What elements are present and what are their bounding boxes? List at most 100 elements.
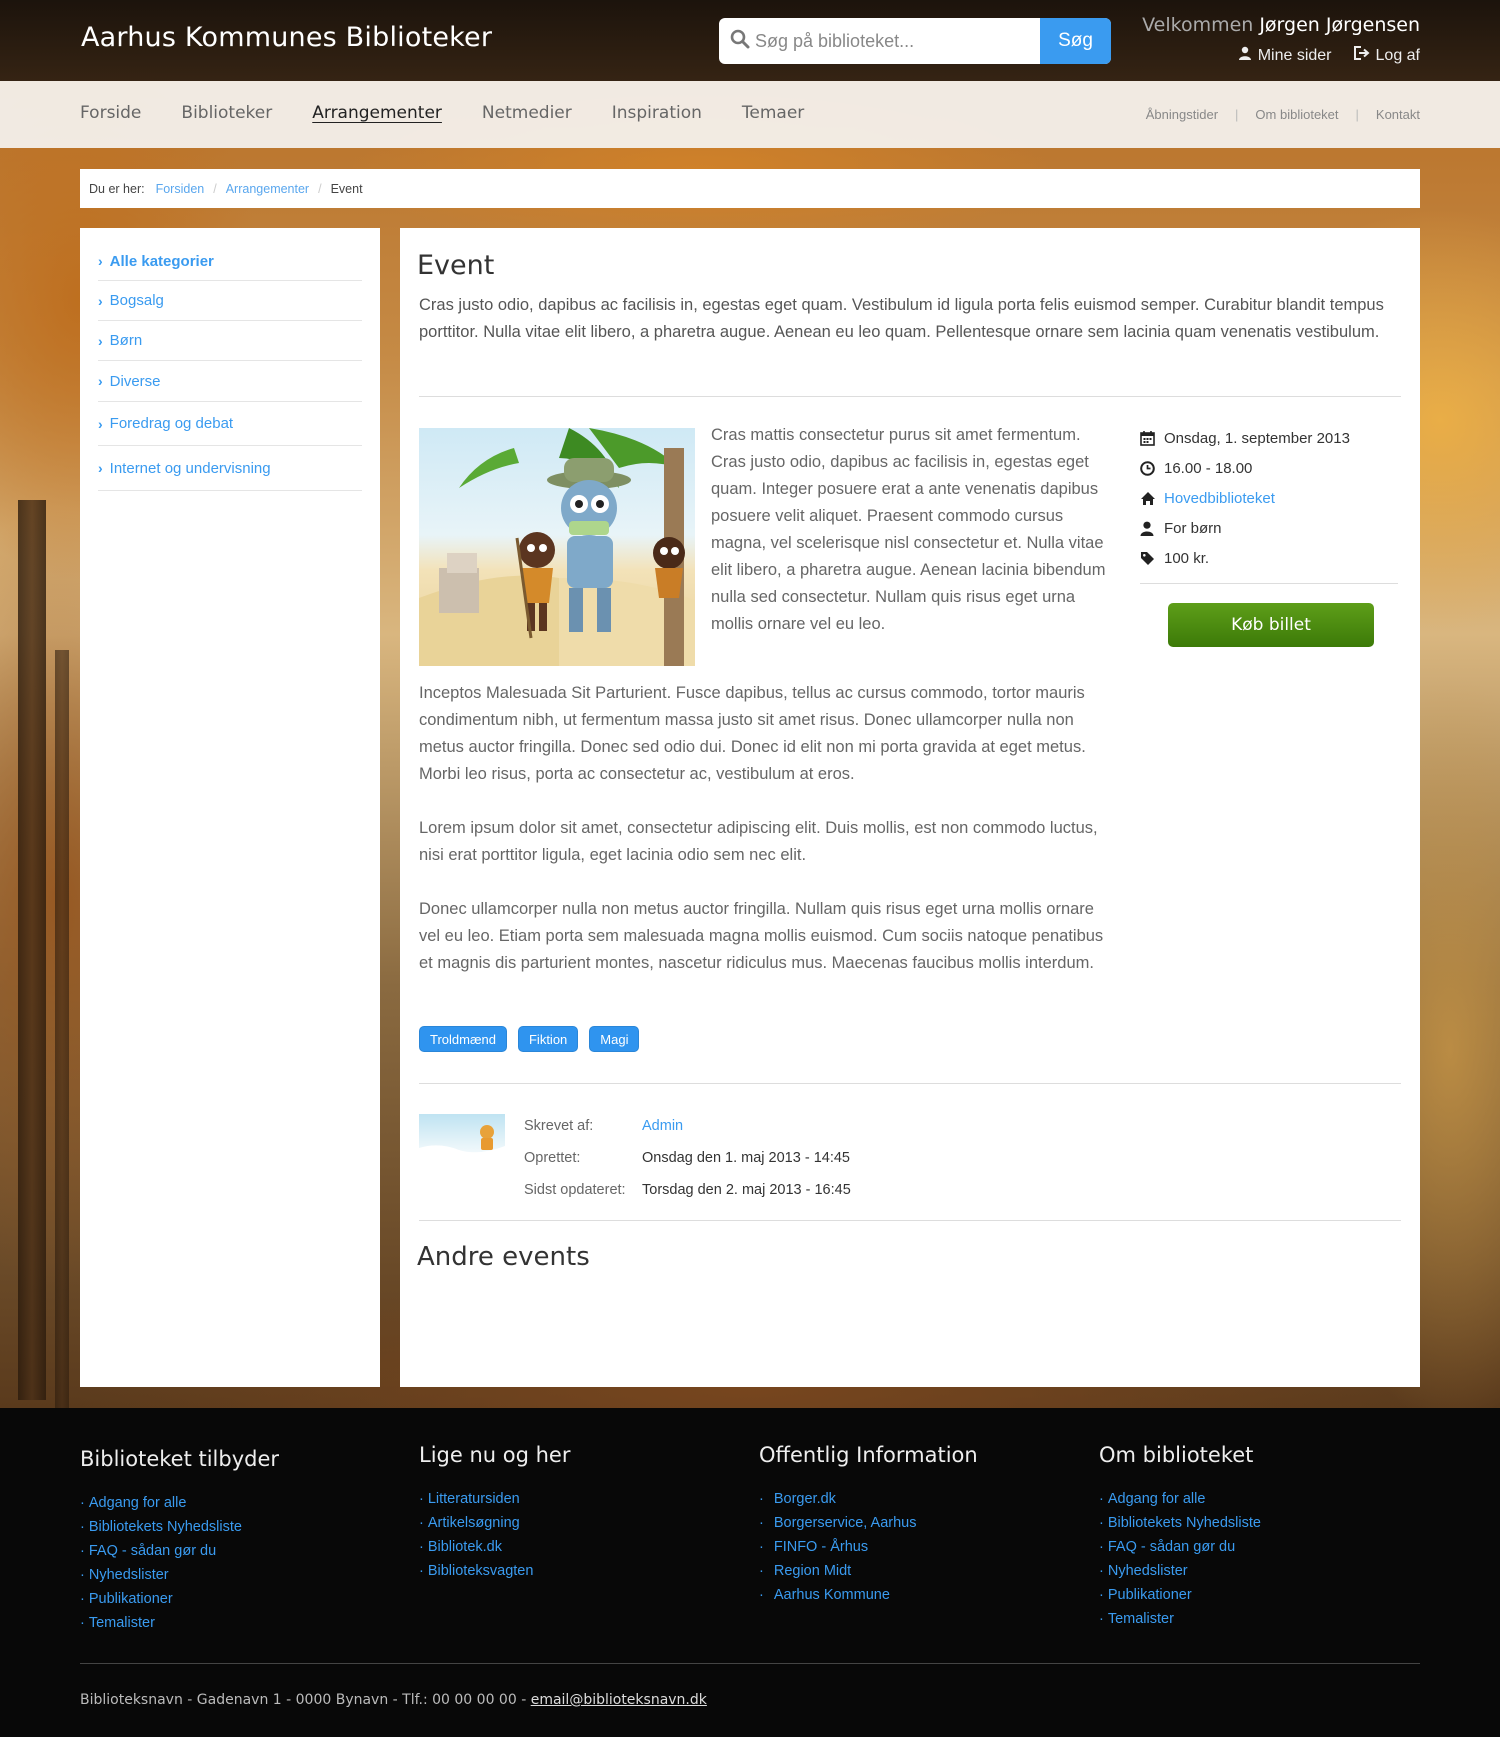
welcome-label: Velkommen [1142,14,1254,36]
sidebar-item-label[interactable]: Internet og undervisning [110,460,271,477]
footer-link[interactable]: Borgerservice, Aarhus [774,1515,917,1531]
meta-updated-value: Torsdag den 2. maj 2013 - 16:45 [642,1182,851,1198]
nav-item-inspiration[interactable]: Inspiration [612,103,702,123]
footer-column: Biblioteket tilbyder · Adgang for alle · B… [80,1447,279,1635]
footer-link[interactable]: FAQ - sådan gør du [1108,1539,1235,1555]
nav-item-biblioteker[interactable]: Biblioteker [181,103,272,123]
meta-created-row: Oprettet: Onsdag den 1. maj 2013 - 14:45 [524,1142,851,1174]
buy-ticket-button[interactable]: Køb billet [1168,603,1374,647]
footer-link[interactable]: Bibliotekets Nyhedsliste [89,1519,242,1535]
nav-item-forside[interactable]: Forside [80,103,141,123]
home-icon [1140,491,1164,506]
footer-email-link[interactable]: email@biblioteksnavn.dk [531,1692,707,1708]
footer-link[interactable]: Region Midt [774,1563,851,1579]
nav-item-netmedier[interactable]: Netmedier [482,103,572,123]
nav-item-arrangementer[interactable]: Arrangementer [312,103,442,123]
divider [419,396,1401,397]
logout-icon [1353,46,1370,65]
footer-link-item: · Bibliotekets Nyhedsliste [80,1519,242,1535]
chevron-right-icon: › [98,253,103,269]
sidebar-item-label[interactable]: Foredrag og debat [110,415,233,432]
author-link[interactable]: Admin [642,1118,683,1134]
footer-link-item: · Region Midt [759,1563,852,1579]
logout-link[interactable]: Log af [1353,46,1420,65]
tag-fiktion[interactable]: Fiktion [517,1026,579,1052]
footer-address-text: Biblioteksnavn - Gadenavn 1 - 0000 Bynav… [80,1692,527,1708]
secondary-nav: Åbningstider | Om biblioteket | Kontakt [1146,107,1420,122]
footer-link[interactable]: Adgang for alle [1108,1491,1206,1507]
footer-link[interactable]: Temalister [89,1615,155,1631]
footer-link[interactable]: Bibliotek.dk [428,1539,502,1555]
footer-link[interactable]: Bibliotekets Nyhedsliste [1108,1515,1261,1531]
event-location-link[interactable]: Hovedbiblioteket [1164,490,1275,507]
welcome-text: Velkommen Jørgen Jørgensen [1142,14,1420,36]
footer-link-item: · Biblioteksvagten [419,1563,534,1579]
event-paragraph: Inceptos Malesuada Sit Parturient. Fusce… [419,684,1086,783]
footer-link[interactable]: Publikationer [1108,1587,1192,1603]
meta-label: Oprettet: [524,1150,581,1166]
meta-updated-row: Sidst opdateret: Torsdag den 2. maj 2013… [524,1174,851,1206]
footer-link[interactable]: Aarhus Kommune [774,1587,890,1603]
sidebar-item-born[interactable]: › Børn [98,321,362,361]
nav-link-opening-hours[interactable]: Åbningstider [1146,107,1218,122]
event-lead: Cras justo odio, dapibus ac facilisis in… [419,296,1384,341]
tree-trunk [55,650,69,1410]
page-title: Event [417,250,495,281]
breadcrumb-home[interactable]: Forsiden [156,182,205,196]
chevron-right-icon: › [98,460,103,476]
sidebar-item-label[interactable]: Diverse [110,373,161,390]
footer-link[interactable]: Biblioteksvagten [428,1563,534,1579]
search-button[interactable]: Søg [1040,18,1111,64]
my-pages-link[interactable]: Mine sider [1238,46,1332,65]
nav-link-contact[interactable]: Kontakt [1376,107,1420,122]
meta-label: Sidst opdateret: [524,1182,626,1198]
sidebar-item-label[interactable]: Bogsalg [110,292,164,309]
footer-link-item: · Adgang for alle [80,1495,187,1511]
sidebar-item-foredrag[interactable]: › Foredrag og debat [98,402,362,446]
sidebar-item-diverse[interactable]: › Diverse [98,361,362,402]
divider [419,1220,1401,1221]
event-time-row: 16.00 - 18.00 [1140,453,1400,483]
event-time: 16.00 - 18.00 [1164,459,1253,477]
sidebar-item-label[interactable]: Børn [110,332,143,349]
footer-link[interactable]: FAQ - sådan gør du [89,1543,216,1559]
breadcrumb-separator: / [318,181,322,196]
event-date: Onsdag, 1. september 2013 [1164,429,1350,447]
footer-column-title: Biblioteket tilbyder [80,1447,280,1471]
event-audience-row: For børn [1140,513,1400,543]
sidebar-item-label[interactable]: Alle kategorier [110,253,214,270]
footer-link[interactable]: Artikelsøgning [428,1515,520,1531]
footer-link[interactable]: Nyhedslister [1108,1563,1188,1579]
site-title[interactable]: Aarhus Kommunes Biblioteker [81,22,492,53]
sidebar-item-all-categories[interactable]: › Alle kategorier [98,242,362,281]
footer-column: Lige nu og her · Litteratursiden · Artikel… [419,1443,570,1583]
footer-link[interactable]: Borger.dk [774,1491,836,1507]
footer-link[interactable]: Adgang for alle [89,1495,187,1511]
footer-link[interactable]: Nyhedslister [89,1567,169,1583]
tag-troldmaend[interactable]: Troldmænd [419,1026,507,1052]
footer-link-item: · Bibliotek.dk [419,1539,502,1555]
sidebar-item-bogsalg[interactable]: › Bogsalg [98,281,362,321]
search-input[interactable] [755,18,1055,64]
tag-icon [1140,551,1164,566]
calendar-icon [1140,430,1164,446]
event-price-row: 100 kr. [1140,543,1400,573]
footer-link[interactable]: Litteratursiden [428,1491,520,1507]
nav-link-about[interactable]: Om biblioteket [1255,107,1338,122]
breadcrumb: Du er her: Forsiden / Arrangementer / Ev… [80,169,1420,208]
footer-link-item: · Litteratursiden [419,1491,520,1507]
footer-column: Offentlig Information · Borger.dk · Borger… [759,1443,978,1607]
user-icon [1140,521,1164,536]
event-paragraph: Lorem ipsum dolor sit amet, consectetur … [419,819,1098,864]
nav-item-temaer[interactable]: Temaer [742,103,804,123]
footer-link[interactable]: FINFO - Århus [774,1539,868,1555]
clock-icon [1140,460,1164,476]
footer-link-item: · Bibliotekets Nyhedsliste [1099,1515,1261,1531]
breadcrumb-events[interactable]: Arrangementer [226,182,309,196]
footer-link[interactable]: Publikationer [89,1591,173,1607]
sidebar-item-internet[interactable]: › Internet og undervisning [98,446,362,491]
primary-nav: Forside Biblioteker Arrangementer Netmed… [80,103,844,123]
footer-link[interactable]: Temalister [1108,1611,1174,1627]
tag-magi[interactable]: Magi [589,1026,640,1052]
site-footer: Biblioteket tilbyder · Adgang for alle · B… [0,1408,1500,1737]
